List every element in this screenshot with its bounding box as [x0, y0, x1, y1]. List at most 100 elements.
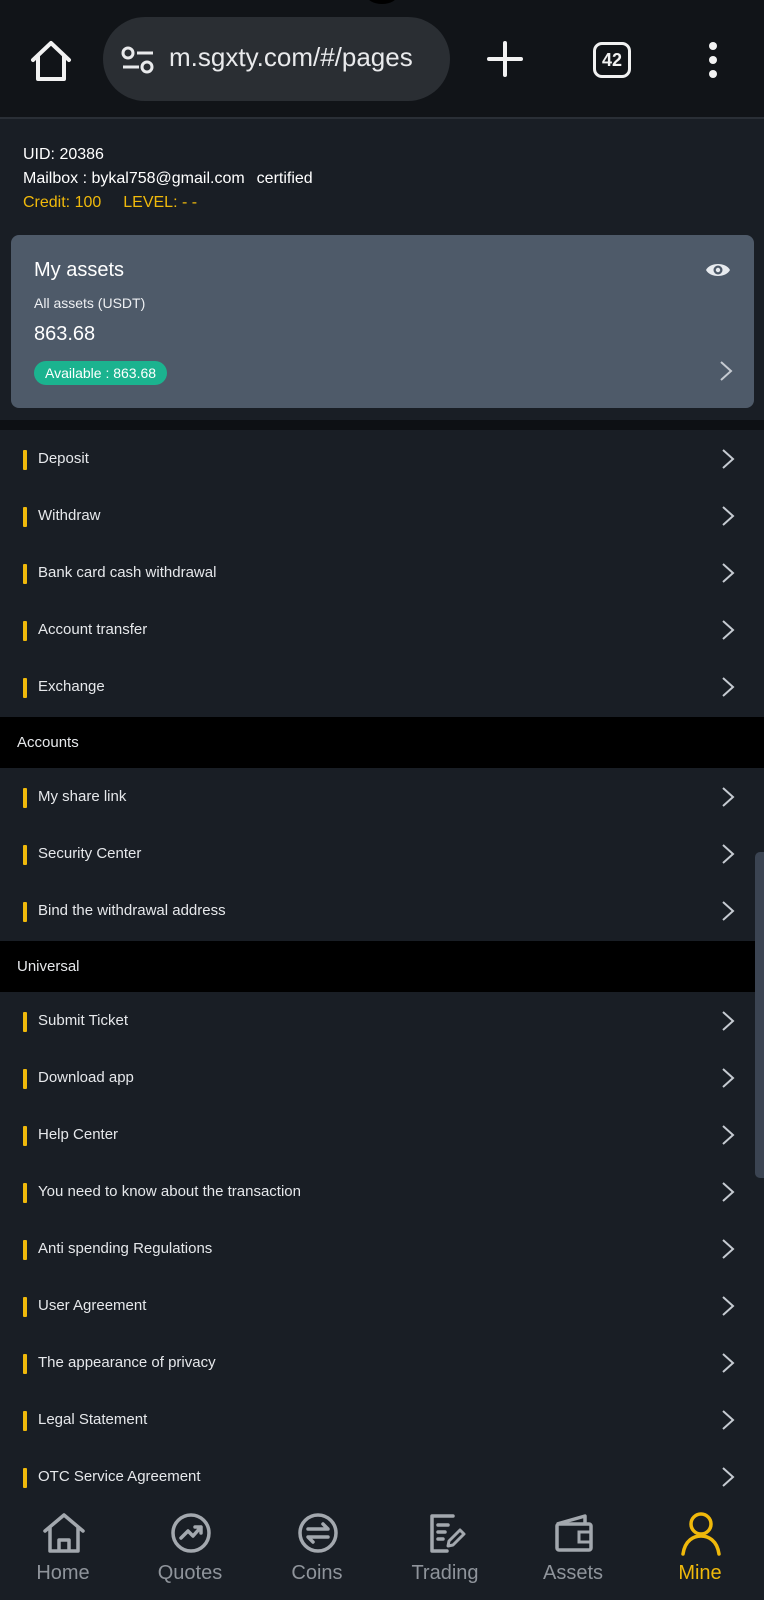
nav-quotes[interactable]: Quotes [135, 1494, 245, 1600]
menu-item-label: Account transfer [38, 621, 148, 638]
menu-item-exchange[interactable]: Exchange [0, 659, 764, 716]
menu-item-anti-spending-regulations[interactable]: Anti spending Regulations [0, 1221, 764, 1278]
camera-notch [366, 0, 398, 4]
menu-item-label: Deposit [38, 450, 89, 467]
chevron-right-icon [722, 506, 735, 526]
menu-item-label: Bind the withdrawal address [38, 902, 226, 919]
chevron-right-icon [722, 844, 735, 864]
chevron-right-icon [722, 563, 735, 583]
user-icon [681, 1512, 721, 1556]
chevron-right-icon [722, 1182, 735, 1202]
menu-item-label: Help Center [38, 1126, 119, 1143]
scrollbar-thumb[interactable] [755, 852, 764, 1178]
my-assets-card[interactable]: My assets All assets (USDT) 863.68 Avail… [11, 235, 754, 408]
divider [0, 420, 764, 430]
nav-label: Mine [678, 1562, 722, 1584]
nav-trading[interactable]: Trading [390, 1494, 500, 1600]
nav-label: Coins [291, 1562, 343, 1584]
accent-bar [23, 450, 27, 470]
uid-text: UID: 20386 [23, 146, 104, 163]
chevron-right-icon [722, 787, 735, 807]
section-title: Universal [17, 958, 80, 975]
menu-item-privacy[interactable]: The appearance of privacy [0, 1335, 764, 1392]
menu-item-submit-ticket[interactable]: Submit Ticket [0, 993, 764, 1050]
document-edit-icon [430, 1514, 466, 1553]
accent-bar [23, 1240, 27, 1260]
menu-item-label: Withdraw [38, 507, 101, 524]
home-icon [43, 1513, 85, 1553]
nav-label: Quotes [157, 1562, 223, 1584]
chevron-right-icon [722, 1410, 735, 1430]
accent-bar [23, 507, 27, 527]
chevron-right-icon [722, 1467, 735, 1487]
browser-toolbar: m.sgxty.com/#/pages 42 [0, 0, 764, 119]
certified-status: certified [256, 170, 313, 187]
site-settings-icon[interactable] [121, 45, 155, 75]
accent-bar [23, 1411, 27, 1431]
user-info: UID: 20386 Mailbox : bykal758@gmail.com c… [23, 143, 313, 215]
credit-level-line: Credit: 100 LEVEL: - - [23, 191, 313, 215]
menu-item-user-agreement[interactable]: User Agreement [0, 1278, 764, 1335]
menu-item-transaction-info[interactable]: You need to know about the transaction [0, 1164, 764, 1221]
nav-label: Assets [542, 1562, 604, 1584]
menu-item-legal-statement[interactable]: Legal Statement [0, 1392, 764, 1449]
section-title: Accounts [17, 734, 79, 751]
chevron-right-icon [722, 620, 735, 640]
address-bar[interactable]: m.sgxty.com/#/pages [103, 17, 450, 101]
chevron-right-icon [722, 1068, 735, 1088]
menu-item-bank-card-withdrawal[interactable]: Bank card cash withdrawal [0, 545, 764, 602]
assets-total: 863.68 [34, 323, 96, 345]
menu-item-label: Bank card cash withdrawal [38, 564, 217, 581]
menu-item-label: You need to know about the transaction [38, 1183, 301, 1200]
browser-home-icon[interactable] [28, 38, 74, 84]
nav-home[interactable]: Home [8, 1494, 118, 1600]
nav-assets[interactable]: Assets [518, 1494, 628, 1600]
section-header-universal: Universal [0, 941, 764, 992]
accent-bar [23, 1297, 27, 1317]
menu-item-label: User Agreement [38, 1297, 147, 1314]
menu-item-deposit[interactable]: Deposit [0, 431, 764, 488]
assets-subtitle: All assets (USDT) [34, 295, 146, 311]
nav-coins[interactable]: Coins [262, 1494, 372, 1600]
chevron-right-icon [722, 1296, 735, 1316]
accent-bar [23, 1126, 27, 1146]
accent-bar [23, 788, 27, 808]
chevron-right-icon [722, 1011, 735, 1031]
url-text[interactable]: m.sgxty.com/#/pages [169, 42, 413, 73]
menu-item-label: Security Center [38, 845, 142, 862]
assets-title: My assets [34, 259, 125, 281]
chevron-right-icon [722, 1239, 735, 1259]
menu-item-account-transfer[interactable]: Account transfer [0, 602, 764, 659]
accent-bar [23, 678, 27, 698]
mailbox-text: Mailbox : bykal758@gmail.com [23, 170, 245, 187]
accent-bar [23, 1468, 27, 1488]
menu-item-label: OTC Service Agreement [38, 1468, 201, 1485]
accent-bar [23, 1012, 27, 1032]
menu-item-bind-withdrawal-address[interactable]: Bind the withdrawal address [0, 883, 764, 940]
more-options-icon[interactable] [703, 40, 723, 80]
eye-icon[interactable] [705, 259, 731, 281]
menu-item-withdraw[interactable]: Withdraw [0, 488, 764, 545]
chart-trend-icon [171, 1513, 211, 1553]
new-tab-icon[interactable] [486, 40, 524, 78]
section-header-accounts: Accounts [0, 717, 764, 768]
nav-mine[interactable]: Mine [645, 1494, 755, 1600]
menu-item-share-link[interactable]: My share link [0, 769, 764, 826]
accent-bar [23, 845, 27, 865]
exchange-circle-icon [298, 1513, 338, 1553]
tab-switcher-button[interactable]: 42 [593, 42, 631, 78]
mailbox-line: Mailbox : bykal758@gmail.com certified [23, 167, 313, 191]
accent-bar [23, 1069, 27, 1089]
credit-text: Credit: 100 [23, 194, 102, 211]
nav-label: Home [36, 1562, 90, 1584]
menu-item-security-center[interactable]: Security Center [0, 826, 764, 883]
menu-item-help-center[interactable]: Help Center [0, 1107, 764, 1164]
chevron-right-icon [722, 1353, 735, 1373]
chevron-right-icon[interactable] [718, 359, 734, 383]
menu-item-label: My share link [38, 788, 127, 805]
menu-item-download-app[interactable]: Download app [0, 1050, 764, 1107]
accent-bar [23, 621, 27, 641]
nav-label: Trading [411, 1562, 479, 1584]
chevron-right-icon [722, 677, 735, 697]
accent-bar [23, 902, 27, 922]
